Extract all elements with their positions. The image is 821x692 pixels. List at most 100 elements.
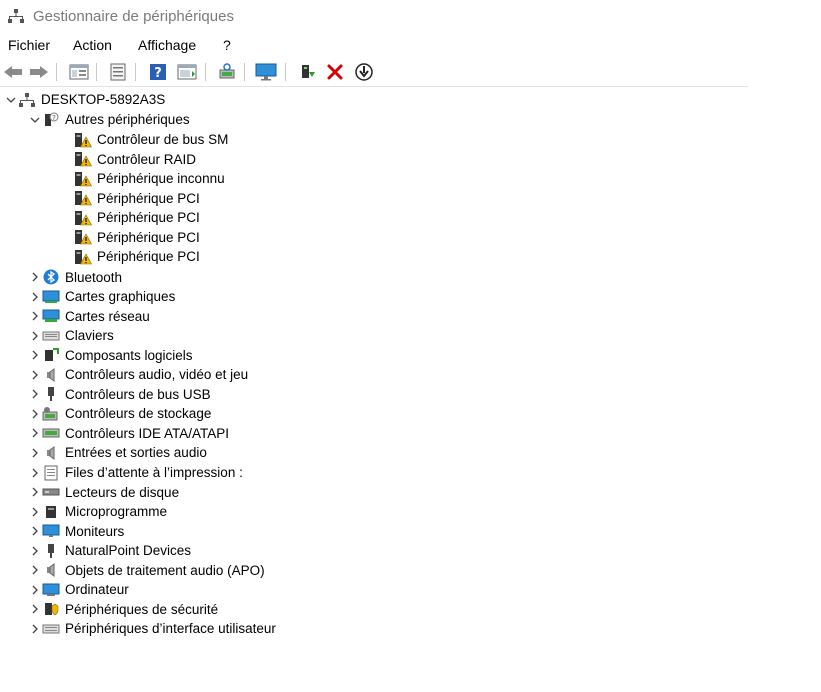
tree-item-label: Microprogramme bbox=[65, 504, 168, 520]
graphics-card-icon bbox=[42, 289, 60, 305]
svg-text:?: ? bbox=[154, 66, 162, 81]
forward-arrow-icon bbox=[30, 66, 48, 78]
chevron-right-icon[interactable] bbox=[28, 561, 42, 580]
tree-item-label: Files d’attente à l’impression : bbox=[65, 465, 243, 480]
properties-button[interactable] bbox=[107, 61, 129, 83]
chevron-down-icon[interactable] bbox=[28, 110, 42, 129]
help-button[interactable]: ? bbox=[147, 61, 169, 83]
chevron-right-icon[interactable] bbox=[28, 463, 42, 482]
warning-device-icon bbox=[74, 171, 92, 187]
chevron-right-icon[interactable] bbox=[28, 365, 42, 384]
tree-root-label: DESKTOP-5892A3S bbox=[41, 92, 166, 107]
chevron-right-icon[interactable] bbox=[28, 502, 42, 521]
chevron-right-icon[interactable] bbox=[28, 404, 42, 423]
tree-item-device-warning[interactable]: Périphérique PCI bbox=[74, 247, 200, 266]
tree-item-category[interactable]: Files d’attente à l’impression : bbox=[28, 463, 243, 482]
tree-item-category[interactable]: Périphériques d’interface utilisateur bbox=[28, 619, 276, 638]
title-bar: Gestionnaire de périphériques bbox=[0, 0, 748, 34]
tree-item-category[interactable]: Ordinateur bbox=[28, 580, 129, 599]
update-driver-button[interactable] bbox=[297, 61, 319, 83]
software-component-icon bbox=[42, 347, 60, 363]
warning-device-icon bbox=[74, 210, 92, 226]
tree-item-category[interactable]: Cartes réseau bbox=[28, 307, 150, 326]
properties-icon bbox=[110, 63, 126, 81]
monitor-icon bbox=[42, 523, 60, 539]
tree-item-category[interactable]: Cartes graphiques bbox=[28, 287, 175, 306]
toolbar-separator bbox=[205, 63, 206, 81]
chevron-right-icon[interactable] bbox=[28, 326, 42, 345]
chevron-right-icon[interactable] bbox=[28, 346, 42, 365]
tree-item-device-warning[interactable]: Contrôleur RAID bbox=[74, 150, 196, 169]
chevron-right-icon[interactable] bbox=[28, 443, 42, 462]
storage-controller-icon bbox=[42, 406, 60, 422]
tree-item-label: Lecteurs de disque bbox=[65, 484, 180, 500]
chevron-right-icon[interactable] bbox=[28, 619, 42, 638]
print-queue-icon bbox=[42, 465, 60, 481]
tree-item-category[interactable]: Moniteurs bbox=[28, 522, 124, 541]
uninstall-device-button[interactable] bbox=[324, 61, 346, 83]
tree-item-category[interactable]: Microprogramme bbox=[28, 502, 167, 521]
tree-item-device-warning[interactable]: Périphérique PCI bbox=[74, 228, 200, 247]
tree-item-label: Contrôleur RAID bbox=[97, 151, 197, 167]
tree-item-device-warning[interactable]: Périphérique PCI bbox=[74, 208, 200, 227]
disable-device-button[interactable] bbox=[353, 61, 375, 83]
tree-item-autres-peripheriques[interactable]: ? Autres périphériques bbox=[28, 110, 190, 129]
chevron-right-icon[interactable] bbox=[28, 268, 42, 287]
show-hide-console-tree-button[interactable] bbox=[68, 61, 90, 83]
tree-item-category[interactable]: Entrées et sorties audio bbox=[28, 443, 207, 462]
tree-item-label: Cartes réseau bbox=[65, 308, 150, 324]
computer-view-button[interactable] bbox=[255, 61, 277, 83]
computer-icon bbox=[42, 582, 60, 598]
tree-root[interactable]: DESKTOP-5892A3S bbox=[4, 90, 165, 109]
menu-help[interactable]: ? bbox=[223, 37, 231, 53]
tree-item-label: Ordinateur bbox=[65, 582, 129, 598]
tree-item-device-warning[interactable]: Contrôleur de bus SM bbox=[74, 130, 228, 149]
tree-item-label: Contrôleurs de bus USB bbox=[65, 386, 211, 402]
tree-item-category[interactable]: Contrôleurs de bus USB bbox=[28, 385, 211, 404]
warning-device-icon bbox=[74, 249, 92, 265]
warning-device-icon bbox=[74, 190, 92, 206]
chevron-down-icon[interactable] bbox=[4, 90, 18, 109]
toolbar-separator bbox=[285, 63, 286, 81]
tree-item-label: Moniteurs bbox=[65, 523, 125, 539]
tree-item-category[interactable]: Lecteurs de disque bbox=[28, 483, 179, 502]
menu-affichage[interactable]: Affichage bbox=[138, 37, 196, 53]
chevron-right-icon[interactable] bbox=[28, 580, 42, 599]
chevron-right-icon[interactable] bbox=[28, 385, 42, 404]
chevron-right-icon[interactable] bbox=[28, 522, 42, 541]
menu-bar: Fichier Action Affichage ? bbox=[0, 34, 748, 56]
tree-item-label: Autres périphériques bbox=[65, 112, 190, 127]
chevron-right-icon[interactable] bbox=[28, 424, 42, 443]
tree-item-category[interactable]: Claviers bbox=[28, 326, 114, 345]
help-icon: ? bbox=[150, 64, 166, 81]
chevron-right-icon[interactable] bbox=[28, 600, 42, 619]
tree-item-category[interactable]: NaturalPoint Devices bbox=[28, 541, 191, 560]
tree-item-label: Contrôleur de bus SM bbox=[97, 132, 229, 147]
chevron-right-icon[interactable] bbox=[28, 483, 42, 502]
tree-item-label: Périphérique inconnu bbox=[97, 171, 225, 186]
tree-item-label: Objets de traitement audio (APO) bbox=[65, 562, 265, 578]
tree-item-device-warning[interactable]: Périphérique PCI bbox=[74, 189, 200, 208]
tree-item-category[interactable]: Objets de traitement audio (APO) bbox=[28, 561, 265, 580]
action-pane-button[interactable] bbox=[176, 61, 198, 83]
chevron-right-icon[interactable] bbox=[28, 307, 42, 326]
tree-item-category[interactable]: Contrôleurs de stockage bbox=[28, 404, 211, 423]
tree-item-category[interactable]: Périphériques de sécurité bbox=[28, 600, 218, 619]
tree-item-category[interactable]: Contrôleurs IDE ATA/ATAPI bbox=[28, 424, 229, 443]
tree-item-label: Contrôleurs de stockage bbox=[65, 406, 212, 422]
speaker-icon bbox=[42, 562, 60, 578]
scan-hardware-changes-button[interactable] bbox=[216, 61, 238, 83]
tree-item-category[interactable]: Contrôleurs audio, vidéo et jeu bbox=[28, 365, 248, 384]
forward-button[interactable] bbox=[28, 61, 50, 83]
tree-item-category[interactable]: Composants logiciels bbox=[28, 346, 193, 365]
tree-item-label: Contrôleurs audio, vidéo et jeu bbox=[65, 367, 249, 383]
menu-fichier[interactable]: Fichier bbox=[8, 37, 50, 53]
tree-item-category[interactable]: Bluetooth bbox=[28, 268, 122, 287]
tree-item-device-warning[interactable]: Périphérique inconnu bbox=[74, 169, 225, 188]
device-manager-window: Gestionnaire de périphériques Fichier Ac… bbox=[0, 0, 748, 650]
chevron-right-icon[interactable] bbox=[28, 287, 42, 306]
menu-action[interactable]: Action bbox=[73, 37, 112, 53]
svg-text:?: ? bbox=[52, 114, 56, 122]
back-button[interactable] bbox=[2, 61, 24, 83]
chevron-right-icon[interactable] bbox=[28, 541, 42, 560]
